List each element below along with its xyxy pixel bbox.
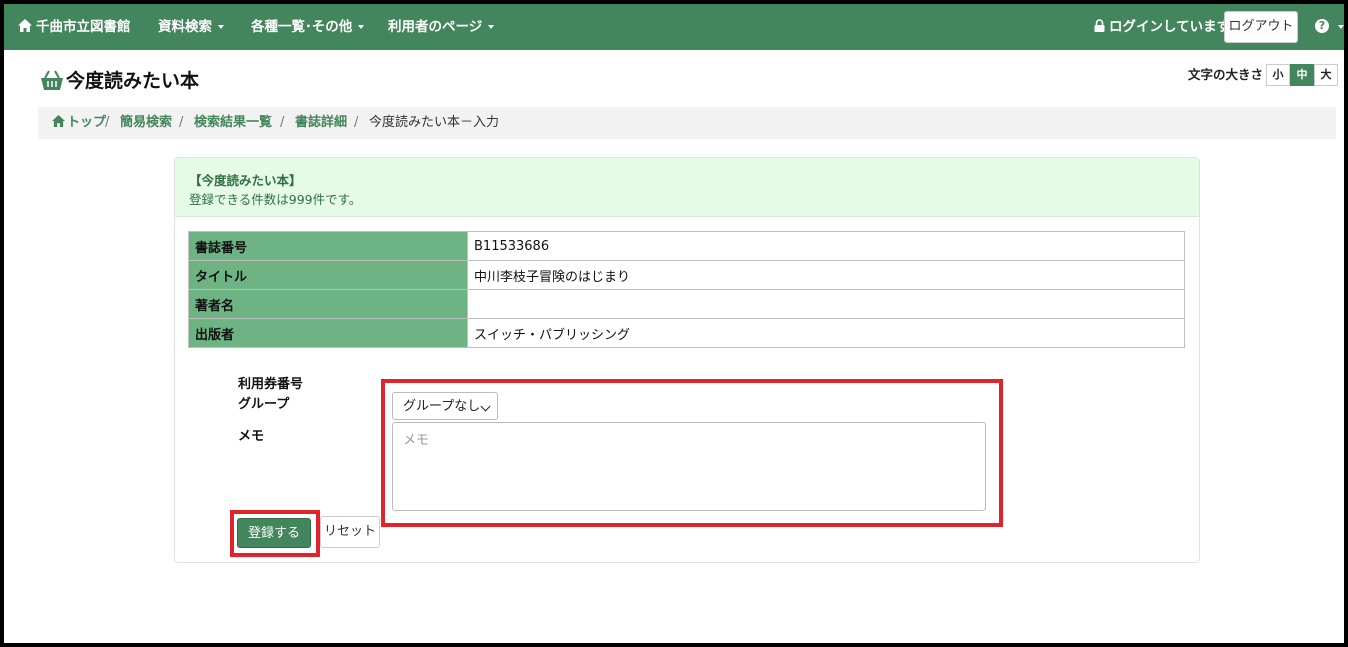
font-size-large-button[interactable]: 大 [1314, 64, 1338, 86]
title-label: タイトル [188, 260, 468, 290]
home-icon [52, 115, 65, 127]
memo-placeholder: メモ [403, 433, 430, 448]
breadcrumb-top-label: トップ [67, 115, 107, 130]
want-to-read-panel: 【今度読みたい本】 登録できる件数は999件です。 書誌番号 B11533686… [174, 157, 1200, 563]
panel-note: 登録できる件数は999件です。 [189, 192, 362, 207]
nav-home-link[interactable]: 千曲市立図書館 [18, 4, 131, 50]
group-select[interactable]: グループなし [392, 392, 498, 420]
nav-menu-search-label: 資料検索 [158, 19, 212, 35]
book-id-value: B11533686 [467, 231, 1185, 261]
breadcrumb-current: 今度読みたい本－入力 [369, 115, 500, 130]
font-size-medium-button[interactable]: 中 [1290, 64, 1314, 86]
book-info-table: 書誌番号 B11533686 タイトル 中川李枝子冒険のはじまり 著者名 出版者… [188, 231, 1185, 348]
title-value: 中川李枝子冒険のはじまり [467, 260, 1185, 290]
caret-down-icon [358, 25, 365, 29]
app-window: 千曲市立図書館 資料検索 各種一覧･その他 利用者のページ ログインしています … [4, 4, 1344, 643]
nav-menu-user[interactable]: 利用者のページ [388, 4, 495, 50]
table-row: 著者名 [188, 289, 1185, 319]
breadcrumb-separator: / [280, 115, 285, 130]
breadcrumb-separator: / [105, 115, 110, 130]
panel-header: 【今度読みたい本】 登録できる件数は999件です。 [175, 158, 1199, 217]
panel-title: 【今度読みたい本】 [189, 173, 302, 188]
group-label: グループ [238, 397, 290, 412]
table-row: 書誌番号 B11533686 [188, 231, 1185, 261]
breadcrumb: トップ / 簡易検索 / 検索結果一覧 / 書誌詳細 / 今度読みたい本－入力 [38, 107, 1336, 139]
author-label: 著者名 [188, 289, 468, 319]
login-status: ログインしています [1094, 4, 1230, 50]
memo-textarea[interactable]: メモ [392, 422, 986, 511]
page-title-text: 今度読みたい本 [66, 70, 200, 92]
card-number-label: 利用券番号 [238, 377, 304, 392]
chevron-down-icon [480, 401, 491, 412]
help-caret-icon[interactable] [1338, 25, 1344, 29]
caret-down-icon [218, 25, 224, 29]
login-status-text: ログインしています [1109, 19, 1231, 35]
breadcrumb-separator: / [179, 115, 184, 130]
breadcrumb-top[interactable]: トップ [52, 107, 106, 139]
basket-icon [41, 70, 63, 90]
page-title: 今度読みたい本 [40, 68, 199, 94]
nav-menu-lists[interactable]: 各種一覧･その他 [251, 4, 365, 50]
logout-button[interactable]: ログアウト [1224, 11, 1298, 43]
publisher-value: スイッチ・パブリッシング [467, 318, 1185, 348]
group-select-value: グループなし [403, 399, 481, 414]
caret-down-icon [488, 25, 495, 29]
nav-home-label: 千曲市立図書館 [36, 19, 131, 35]
publisher-label: 出版者 [188, 318, 468, 348]
table-row: 出版者 スイッチ・パブリッシング [188, 318, 1185, 348]
reset-button[interactable]: リセット [320, 516, 380, 548]
breadcrumb-simple-search[interactable]: 簡易検索 [120, 107, 172, 139]
home-icon [18, 19, 32, 32]
memo-label: メモ [238, 429, 265, 444]
breadcrumb-separator: / [354, 115, 359, 130]
register-button[interactable]: 登録する [237, 518, 311, 548]
top-navbar: 千曲市立図書館 資料検索 各種一覧･その他 利用者のページ ログインしています … [4, 4, 1344, 50]
author-value [467, 289, 1185, 319]
font-size-small-button[interactable]: 小 [1266, 64, 1290, 86]
help-icon[interactable]: ? [1315, 19, 1329, 33]
breadcrumb-detail[interactable]: 書誌詳細 [295, 107, 347, 139]
nav-menu-lists-label: 各種一覧･その他 [251, 19, 353, 35]
table-row: タイトル 中川李枝子冒険のはじまり [188, 260, 1185, 290]
nav-menu-search[interactable]: 資料検索 [158, 4, 224, 50]
font-size-label: 文字の大きさ [1188, 67, 1264, 82]
breadcrumb-results[interactable]: 検索結果一覧 [194, 107, 272, 139]
book-id-label: 書誌番号 [188, 231, 468, 261]
nav-menu-user-label: 利用者のページ [388, 19, 483, 35]
lock-icon [1094, 19, 1105, 32]
